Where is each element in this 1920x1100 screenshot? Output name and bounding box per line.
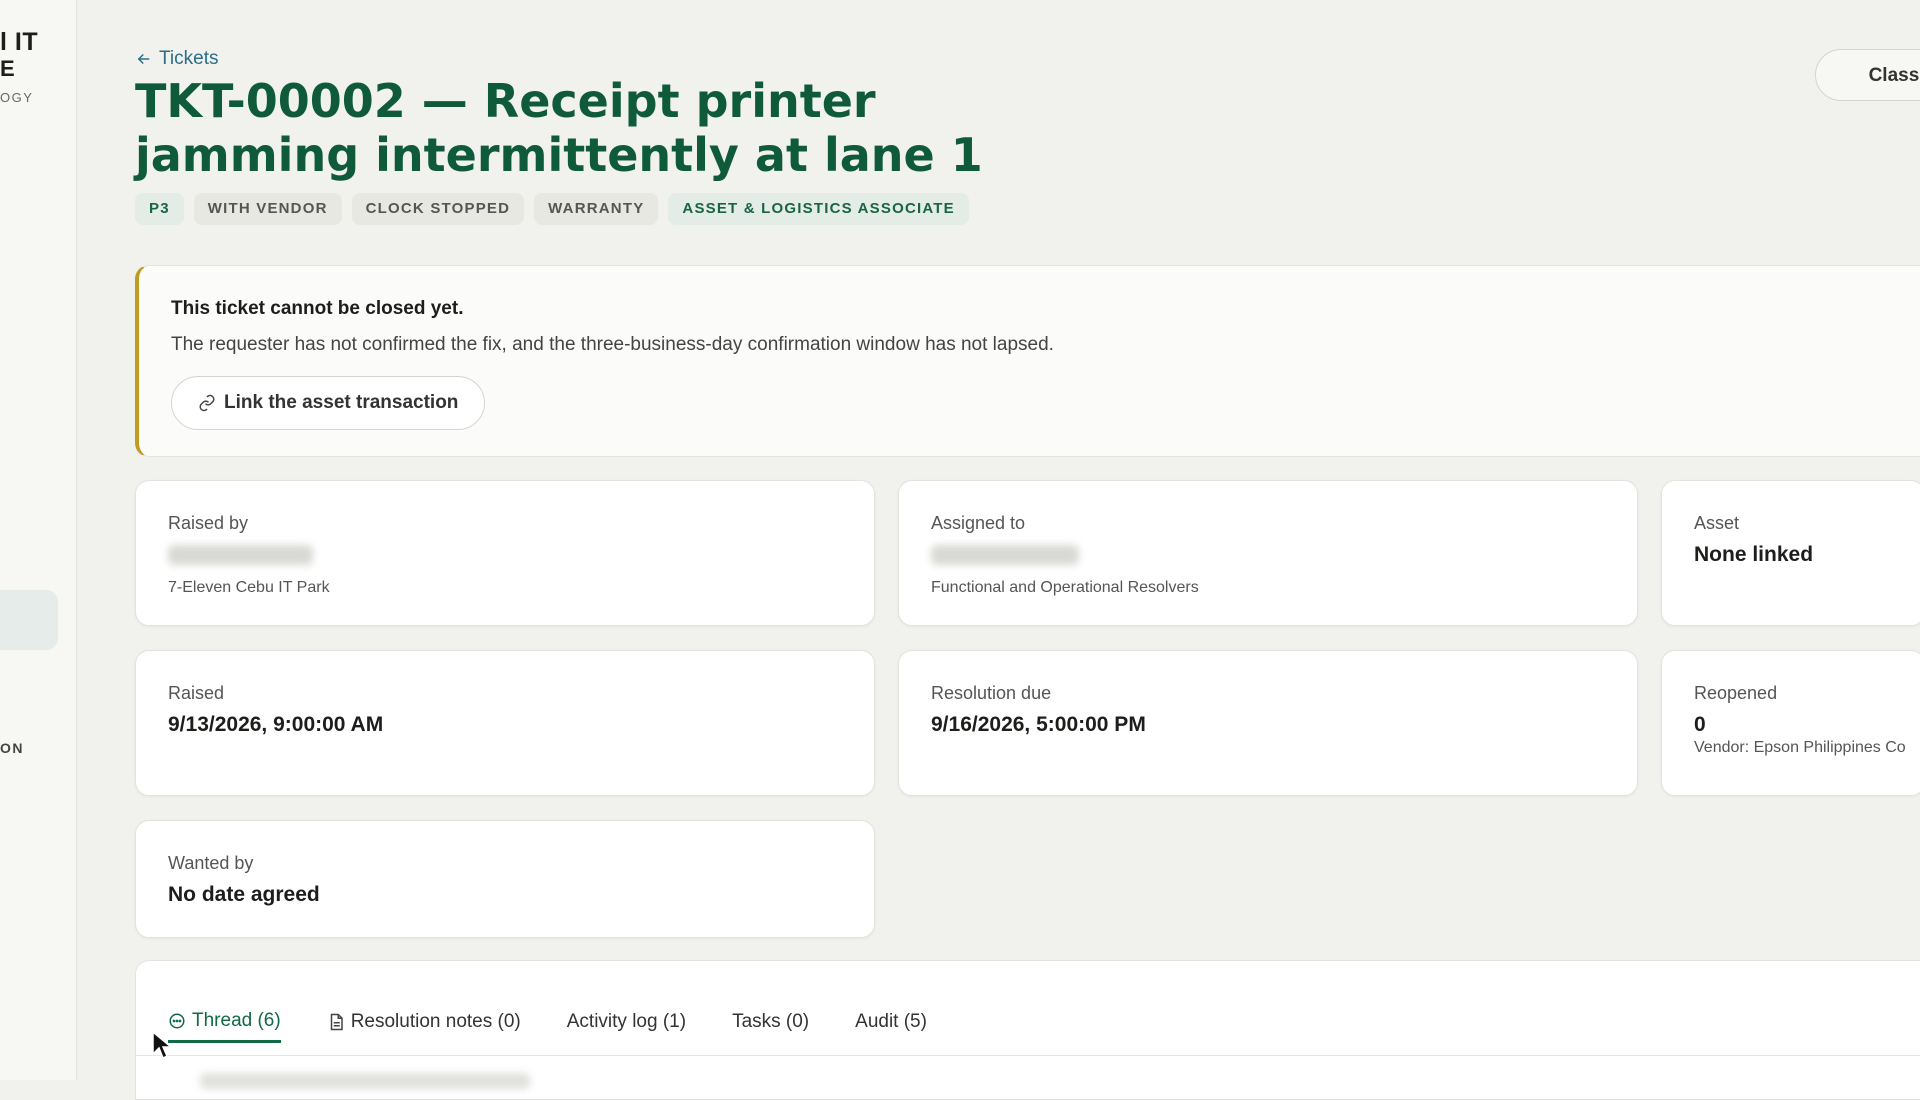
- raised-by-name-redacted: [168, 545, 313, 565]
- brand-name: l IT: [0, 28, 39, 56]
- alert-body: The requester has not confirmed the fix,…: [171, 334, 1054, 355]
- link-asset-transaction-button[interactable]: Link the asset transaction: [171, 376, 486, 430]
- warranty-tag: WARRANTY: [534, 193, 659, 225]
- resolution-due-label: Resolution due: [931, 683, 1052, 703]
- back-to-tickets-link[interactable]: Tickets: [135, 48, 218, 70]
- assigned-to-label: Assigned to: [931, 513, 1026, 533]
- tab-thread[interactable]: Thread (6): [168, 1001, 281, 1043]
- wanted-by-value: No date agreed: [168, 883, 320, 906]
- tab-resolution-notes-label: Resolution notes (0): [350, 1011, 521, 1032]
- role-tag: ASSET & LOGISTICS ASSOCIATE: [668, 193, 969, 225]
- tab-activity-log[interactable]: Activity log (1): [567, 1001, 686, 1043]
- mouse-cursor-icon: [152, 1030, 173, 1060]
- clock-tag: CLOCK STOPPED: [351, 193, 525, 225]
- page-title: TKT-00002 — Receipt printer jamming inte…: [135, 74, 983, 182]
- raised-card: Raised 9/13/2026, 9:00:00 AM: [135, 650, 875, 796]
- arrow-left-icon: [137, 53, 150, 65]
- wanted-by-label: Wanted by: [168, 853, 254, 873]
- classify-button[interactable]: Classify: [1815, 49, 1920, 101]
- asset-label: Asset: [1694, 513, 1740, 533]
- ticket-tabs: Thread (6) Resolution notes (0) Activity…: [168, 1001, 927, 1043]
- sidebar-item-active[interactable]: [0, 590, 58, 650]
- raised-by-location: 7-Eleven Cebu IT Park: [168, 579, 330, 596]
- reopened-value: 0: [1694, 713, 1706, 736]
- priority-tag: P3: [135, 193, 184, 225]
- ticket-tags: P3 WITH VENDOR CLOCK STOPPED WARRANTY AS…: [135, 193, 969, 225]
- reopened-label: Reopened: [1694, 683, 1778, 703]
- tabs-divider: [136, 1055, 1920, 1056]
- tab-thread-label: Thread (6): [192, 1009, 281, 1031]
- reopened-card: Reopened 0 Vendor: Epson Philippines Co: [1661, 650, 1920, 796]
- document-icon: [330, 1013, 343, 1031]
- status-tag: WITH VENDOR: [193, 193, 342, 225]
- asset-value: None linked: [1694, 543, 1814, 566]
- assigned-to-card: Assigned to Functional and Operational R…: [898, 480, 1638, 626]
- tab-resolution-notes[interactable]: Resolution notes (0): [327, 1001, 521, 1043]
- brand-name-line2: E: [0, 56, 15, 81]
- chat-bubble-icon: [169, 1013, 185, 1028]
- main-content: Tickets TKT-00002 — Receipt printer jamm…: [135, 0, 1920, 1100]
- raised-value: 9/13/2026, 9:00:00 AM: [168, 713, 384, 736]
- resolution-due-card: Resolution due 9/16/2026, 5:00:00 PM: [898, 650, 1638, 796]
- tab-tasks[interactable]: Tasks (0): [732, 1001, 809, 1043]
- close-blocked-alert: This ticket cannot be closed yet. The re…: [135, 265, 1920, 457]
- raised-by-label: Raised by: [168, 513, 249, 533]
- link-button-label: Link the asset transaction: [224, 392, 459, 413]
- tab-audit-label: Audit (5): [855, 1011, 927, 1032]
- sidebar-section-label: ON: [0, 740, 24, 756]
- vendor-info: Vendor: Epson Philippines Co: [1694, 739, 1906, 756]
- tab-tasks-label: Tasks (0): [732, 1011, 810, 1032]
- back-link-label: Tickets: [159, 48, 219, 69]
- raised-label: Raised: [168, 683, 225, 703]
- raised-by-card: Raised by 7-Eleven Cebu IT Park: [135, 480, 875, 626]
- link-icon: [199, 394, 215, 412]
- tab-audit[interactable]: Audit (5): [855, 1001, 927, 1043]
- resolution-due-value: 9/16/2026, 5:00:00 PM: [931, 713, 1146, 736]
- thread-preview-redacted: [200, 1073, 530, 1089]
- assigned-to-group: Functional and Operational Resolvers: [931, 579, 1199, 596]
- sidebar: l IT E OGY ON: [0, 0, 77, 1080]
- tab-activity-log-label: Activity log (1): [566, 1011, 687, 1032]
- asset-card: Asset None linked: [1661, 480, 1920, 626]
- wanted-by-card: Wanted by No date agreed: [135, 820, 875, 938]
- assigned-to-name-redacted: [931, 545, 1079, 565]
- brand-tagline: OGY: [0, 90, 34, 105]
- alert-title: This ticket cannot be closed yet.: [171, 298, 464, 319]
- ticket-tabs-panel: Thread (6) Resolution notes (0) Activity…: [135, 960, 1920, 1100]
